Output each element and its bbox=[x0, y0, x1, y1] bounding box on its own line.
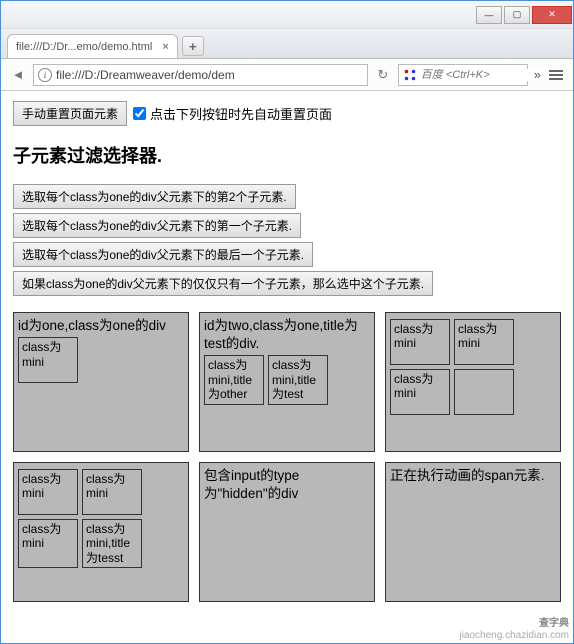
reload-icon[interactable]: ↻ bbox=[374, 66, 392, 84]
mini-box: class为mini bbox=[18, 337, 78, 383]
browser-window: — ▢ ✕ file:///D:/Dr...emo/demo.html × + … bbox=[0, 0, 574, 644]
auto-reset-text: 点击下列按钮时先自动重置页面 bbox=[150, 104, 332, 123]
mini-box: class为mini bbox=[390, 369, 450, 415]
search-input[interactable] bbox=[421, 69, 564, 81]
box-six: 正在执行动画的span元素. bbox=[385, 462, 561, 602]
url-input[interactable] bbox=[56, 68, 363, 82]
back-icon[interactable]: ◄ bbox=[9, 66, 27, 84]
action-first-child[interactable]: 选取每个class为one的div父元素下的第一个子元素. bbox=[13, 213, 301, 238]
page-content: 手动重置页面元素 点击下列按钮时先自动重置页面 子元素过滤选择器. 选取每个cl… bbox=[1, 91, 573, 643]
tab-active[interactable]: file:///D:/Dr...emo/demo.html × bbox=[7, 34, 178, 58]
action-nth-child-2[interactable]: 选取每个class为one的div父元素下的第2个子元素. bbox=[13, 184, 296, 209]
box-title: id为two,class为one,title为test的div. bbox=[204, 317, 370, 353]
box-four: class为mini class为mini class为mini class为m… bbox=[13, 462, 189, 602]
mini-box: class为mini,title为other bbox=[204, 355, 264, 404]
auto-reset-checkbox[interactable] bbox=[133, 107, 146, 120]
nav-bar: ◄ i ↻ » bbox=[1, 59, 573, 91]
watermark-brand: 查字典 bbox=[539, 614, 569, 629]
box-one: id为one,class为one的div class为mini bbox=[13, 312, 189, 452]
box-title: id为one,class为one的div bbox=[18, 317, 184, 335]
maximize-button[interactable]: ▢ bbox=[504, 6, 530, 24]
mini-box: class为mini bbox=[454, 319, 514, 365]
box-title: 正在执行动画的span元素. bbox=[390, 467, 556, 485]
section-title: 子元素过滤选择器. bbox=[13, 142, 561, 168]
watermark-url: jiaocheng.chazidian.com bbox=[459, 630, 569, 641]
manual-reset-button[interactable]: 手动重置页面元素 bbox=[13, 101, 127, 126]
titlebar: — ▢ ✕ bbox=[1, 1, 573, 29]
mini-box: class为mini,title为test bbox=[268, 355, 328, 404]
mini-box: class为mini bbox=[390, 319, 450, 365]
mini-box-empty bbox=[454, 369, 514, 415]
action-only-child[interactable]: 如果class为one的div父元素下的仅仅只有一个子元素，那么选中这个子元素. bbox=[13, 271, 433, 296]
hamburger-icon[interactable] bbox=[547, 68, 565, 82]
url-field[interactable]: i bbox=[33, 64, 368, 86]
search-field[interactable] bbox=[398, 64, 528, 86]
mini-box: class为mini bbox=[18, 469, 78, 515]
action-buttons: 选取每个class为one的div父元素下的第2个子元素. 选取每个class为… bbox=[13, 184, 561, 296]
tab-bar: file:///D:/Dr...emo/demo.html × + bbox=[1, 29, 573, 59]
tab-close-icon[interactable]: × bbox=[162, 41, 168, 53]
box-three: class为mini class为mini class为mini bbox=[385, 312, 561, 452]
info-icon[interactable]: i bbox=[38, 68, 52, 82]
mini-box: class为mini bbox=[18, 519, 78, 568]
baidu-icon bbox=[403, 68, 417, 82]
new-tab-button[interactable]: + bbox=[182, 36, 204, 56]
action-last-child[interactable]: 选取每个class为one的div父元素下的最后一个子元素. bbox=[13, 242, 313, 267]
close-button[interactable]: ✕ bbox=[532, 6, 572, 24]
auto-reset-label[interactable]: 点击下列按钮时先自动重置页面 bbox=[133, 104, 332, 123]
box-five: 包含input的type为"hidden"的div bbox=[199, 462, 375, 602]
demo-boxes: id为one,class为one的div class为mini id为two,c… bbox=[13, 312, 561, 602]
overflow-icon[interactable]: » bbox=[534, 67, 541, 82]
mini-box: class为mini bbox=[82, 469, 142, 515]
mini-box: class为mini,title为tesst bbox=[82, 519, 142, 568]
tab-title: file:///D:/Dr...emo/demo.html bbox=[16, 41, 152, 53]
top-controls: 手动重置页面元素 点击下列按钮时先自动重置页面 bbox=[13, 101, 561, 126]
minimize-button[interactable]: — bbox=[476, 6, 502, 24]
box-two: id为two,class为one,title为test的div. class为m… bbox=[199, 312, 375, 452]
box-title: 包含input的type为"hidden"的div bbox=[204, 467, 370, 503]
